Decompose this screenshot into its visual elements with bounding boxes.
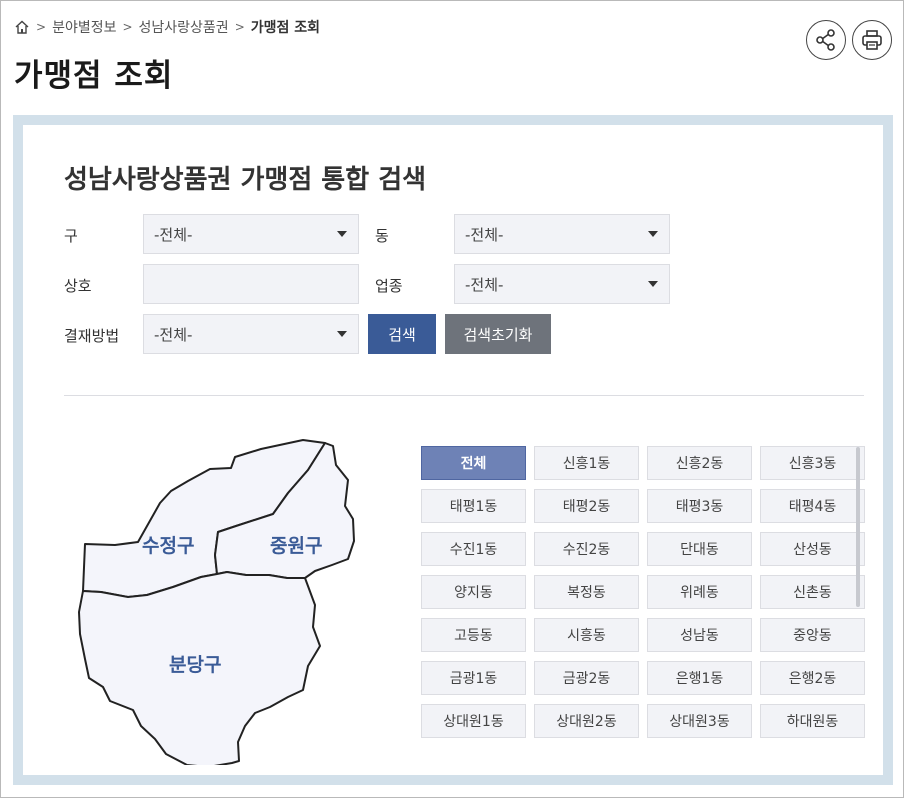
dong-select-value: -전체-	[465, 225, 504, 244]
chevron-down-icon	[337, 331, 347, 337]
payment-label: 결재방법	[64, 327, 120, 345]
dong-button[interactable]: 위례동	[647, 575, 752, 609]
seongnam-district-map: 수정구 중원구 분당구	[78, 439, 355, 765]
chevron-down-icon	[337, 231, 347, 237]
category-label: 업종	[375, 277, 403, 295]
dong-button[interactable]: 신흥1동	[534, 446, 639, 480]
dong-button[interactable]: 수진2동	[534, 532, 639, 566]
dong-button[interactable]: 신흥2동	[647, 446, 752, 480]
dong-button[interactable]: 금광1동	[421, 661, 526, 695]
dong-button[interactable]: 상대원1동	[421, 704, 526, 738]
print-icon	[862, 30, 882, 50]
chevron-down-icon	[648, 231, 658, 237]
dong-button[interactable]: 하대원동	[760, 704, 865, 738]
dong-button[interactable]: 은행2동	[760, 661, 865, 695]
name-input[interactable]	[143, 264, 359, 304]
map-label-bundang: 분당구	[169, 654, 221, 676]
search-panel-title: 성남사랑상품권 가맹점 통합 검색	[64, 165, 427, 195]
dong-button[interactable]: 신흥3동	[760, 446, 865, 480]
gu-label: 구	[64, 227, 78, 245]
breadcrumb-current: 가맹점 조회	[250, 20, 321, 36]
dong-button[interactable]: 단대동	[647, 532, 752, 566]
share-button[interactable]	[806, 20, 846, 60]
category-select-value: -전체-	[465, 275, 504, 294]
dong-button[interactable]: 시흥동	[534, 618, 639, 652]
dong-button[interactable]: 전체	[421, 446, 526, 480]
page-title: 가맹점 조회	[14, 58, 174, 94]
divider	[64, 395, 864, 396]
reset-button[interactable]: 검색초기화	[445, 314, 551, 354]
payment-select[interactable]: -전체-	[143, 314, 359, 354]
dong-button[interactable]: 태평1동	[421, 489, 526, 523]
share-icon	[816, 29, 835, 51]
dong-button[interactable]: 고등동	[421, 618, 526, 652]
dong-label: 동	[375, 227, 389, 245]
dong-button[interactable]: 태평3동	[647, 489, 752, 523]
dong-button[interactable]: 태평2동	[534, 489, 639, 523]
breadcrumb-link-category[interactable]: 분야별정보	[52, 17, 116, 37]
category-select[interactable]: -전체-	[454, 264, 670, 304]
chevron-down-icon	[648, 281, 658, 287]
dong-button[interactable]: 상대원3동	[647, 704, 752, 738]
map-label-sujeong: 수정구	[142, 535, 194, 557]
dong-button[interactable]: 산성동	[760, 532, 865, 566]
breadcrumb-link-voucher[interactable]: 성남사랑상품권	[139, 17, 229, 37]
dong-button[interactable]: 복정동	[534, 575, 639, 609]
breadcrumb: > 분야별정보 > 성남사랑상품권 > 가맹점 조회	[14, 17, 320, 37]
map-label-jungwon: 중원구	[270, 535, 322, 557]
breadcrumb-separator: >	[234, 20, 245, 34]
dong-button[interactable]: 신촌동	[760, 575, 865, 609]
search-button[interactable]: 검색	[368, 314, 436, 354]
dong-button-grid: 전체 신흥1동 신흥2동 신흥3동태평1동 태평2동 태평3동 태평4동수진1동 수진2동 단대…	[421, 446, 865, 738]
dong-button[interactable]: 중앙동	[760, 618, 865, 652]
dong-button[interactable]: 금광2동	[534, 661, 639, 695]
breadcrumb-separator: >	[36, 20, 47, 34]
name-label: 상호	[64, 277, 92, 295]
dong-button[interactable]: 양지동	[421, 575, 526, 609]
home-icon[interactable]	[14, 19, 30, 35]
print-button[interactable]	[852, 20, 892, 60]
dong-button[interactable]: 수진1동	[421, 532, 526, 566]
gu-select[interactable]: -전체-	[143, 214, 359, 254]
dong-button[interactable]: 성남동	[647, 618, 752, 652]
dong-button[interactable]: 태평4동	[760, 489, 865, 523]
dong-button[interactable]: 은행1동	[647, 661, 752, 695]
payment-select-value: -전체-	[154, 325, 193, 344]
dong-button[interactable]: 상대원2동	[534, 704, 639, 738]
search-panel: 성남사랑상품권 가맹점 통합 검색 구 -전체- 동 -전체- 상호 업종 -전…	[13, 115, 893, 785]
gu-select-value: -전체-	[154, 225, 193, 244]
dong-list-scrollbar[interactable]	[856, 447, 860, 607]
dong-select[interactable]: -전체-	[454, 214, 670, 254]
breadcrumb-separator: >	[122, 20, 133, 34]
